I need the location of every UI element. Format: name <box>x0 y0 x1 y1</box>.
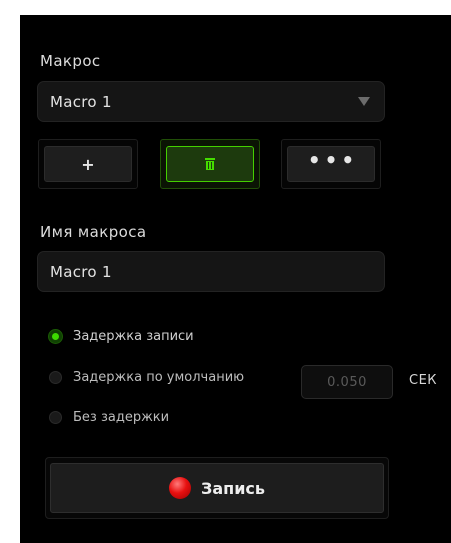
radio-button[interactable] <box>49 371 62 384</box>
radio-label-record-delay: Задержка записи <box>73 329 194 344</box>
default-delay-value: 0.050 <box>327 374 367 390</box>
add-macro-button[interactable]: + <box>38 139 138 189</box>
macro-panel: Макрос Macro 1 + ••• Имя макроса Macro 1… <box>20 15 451 543</box>
record-dot-icon <box>168 477 191 499</box>
plus-icon: + <box>81 154 95 174</box>
more-dots-icon: ••• <box>307 148 359 172</box>
delay-unit-label: СЕК <box>409 373 438 388</box>
record-button-label: Запись <box>200 478 266 498</box>
macro-select-value: Macro 1 <box>50 92 112 111</box>
record-button[interactable]: Запись <box>45 457 389 519</box>
radio-no-delay[interactable]: Без задержки <box>49 410 169 425</box>
dropdown-arrow-icon <box>358 97 370 106</box>
macro-section-label: Макрос <box>40 52 101 70</box>
radio-label-no-delay: Без задержки <box>73 410 170 425</box>
radio-button[interactable] <box>49 411 62 424</box>
default-delay-input[interactable]: 0.050 <box>301 365 393 399</box>
radio-label-default-delay: Задержка по умолчанию <box>73 370 245 385</box>
radio-record-delay[interactable]: Задержка записи <box>49 329 194 344</box>
macro-select[interactable]: Macro 1 <box>37 81 385 122</box>
delete-macro-button[interactable] <box>160 139 260 189</box>
macro-name-label: Имя макроса <box>40 223 147 241</box>
macro-name-value: Macro 1 <box>50 262 112 281</box>
trash-icon <box>205 158 215 170</box>
radio-button-selected[interactable] <box>49 330 62 343</box>
radio-default-delay[interactable]: Задержка по умолчанию <box>49 370 244 385</box>
macro-name-input[interactable]: Macro 1 <box>37 251 385 292</box>
more-options-button[interactable]: ••• <box>281 139 381 189</box>
